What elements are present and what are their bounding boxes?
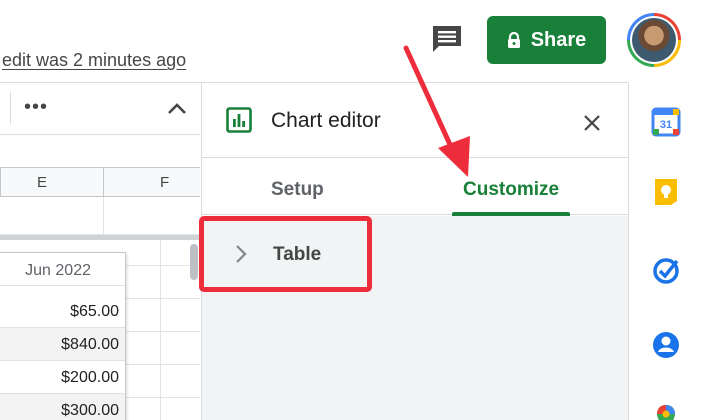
close-editor-button[interactable] [580,111,604,135]
toolbar-separator [10,92,11,124]
maps-icon[interactable] [651,403,681,420]
tab-customize[interactable]: Customize [463,179,559,201]
grid-line [160,240,161,420]
frozen-row-divider[interactable] [0,235,200,240]
table-cell: $200.00 [0,361,125,394]
column-separator [103,168,104,196]
table-chart[interactable]: Jun 2022 $65.00 $840.00 $200.00 $300.00 [0,252,126,420]
column-header-bar: E F [0,167,200,197]
avatar-photo [632,18,676,62]
table-header-cell: Jun 2022 [0,253,125,286]
tasks-icon[interactable] [651,255,681,285]
more-options-button[interactable]: ••• [24,96,48,119]
collapse-menus-button[interactable] [164,96,190,122]
last-edit-link[interactable]: edit was 2 minutes ago [2,50,186,71]
share-button[interactable]: Share [487,16,606,64]
lock-icon [507,31,520,48]
table-cell: $300.00 [0,394,125,420]
calendar-day: 31 [660,119,672,131]
keep-icon[interactable] [651,177,681,207]
comment-button[interactable] [430,24,464,54]
comment-icon [433,26,461,52]
chart-editor-header: Chart editor [202,83,629,158]
calendar-icon[interactable]: 31 [651,107,681,137]
column-header-f[interactable]: F [160,174,169,191]
column-header-e[interactable]: E [37,174,47,191]
account-avatar[interactable] [627,13,681,67]
chart-editor-tabs: Setup Customize [202,159,629,215]
column-separator [0,168,1,196]
side-panel: 31 [628,83,702,420]
share-label: Share [530,28,587,51]
grid-line [103,197,104,235]
tab-setup[interactable]: Setup [271,179,324,201]
contacts-icon[interactable] [651,330,681,360]
formula-bar-divider [0,134,200,135]
chart-icon [226,107,252,133]
table-cell: $840.00 [0,328,125,361]
table-cell: $65.00 [0,295,125,328]
close-icon [584,115,600,131]
annotation-highlight-box [199,216,372,292]
chart-editor-title: Chart editor [271,109,381,132]
chevron-up-icon [168,103,186,114]
vertical-scrollbar[interactable] [190,244,198,280]
